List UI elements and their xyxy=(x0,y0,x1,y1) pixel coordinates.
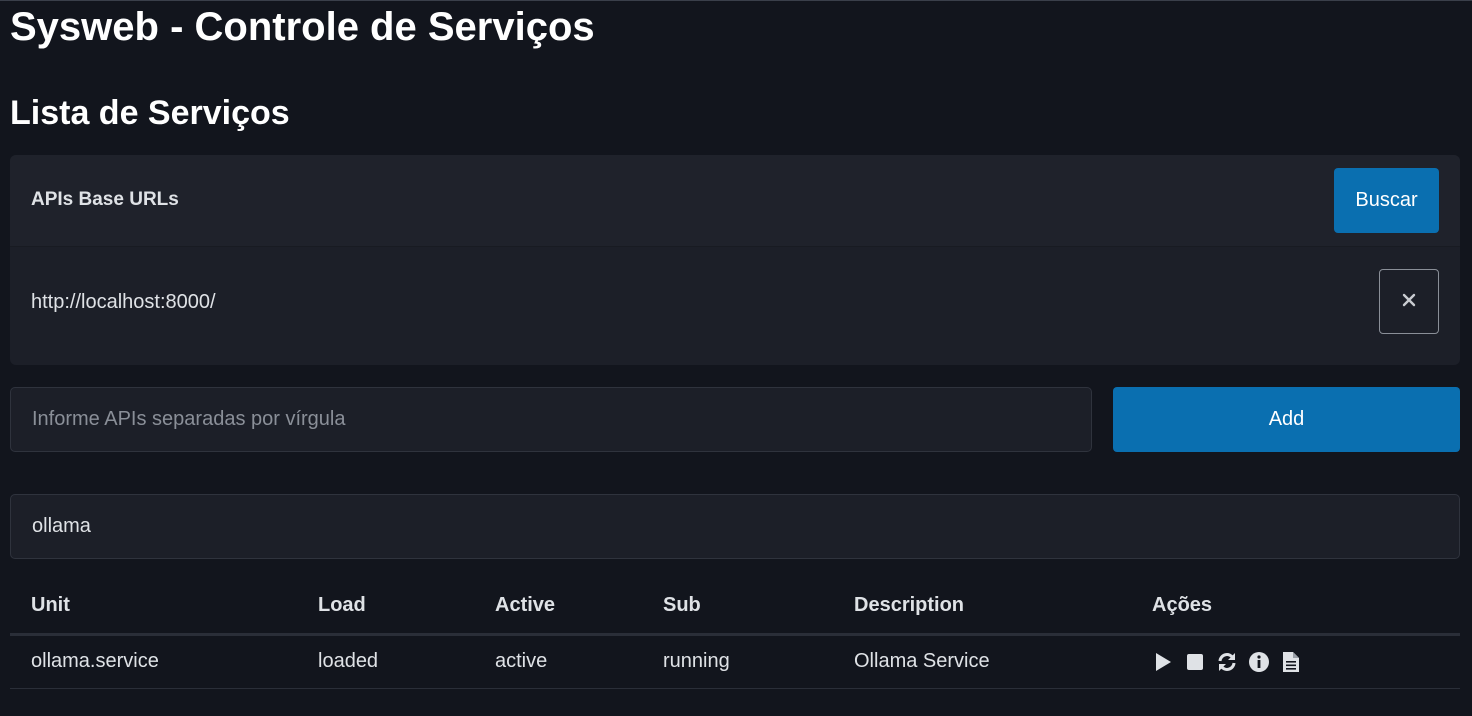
service-filter-input[interactable] xyxy=(10,494,1460,559)
play-icon[interactable] xyxy=(1152,651,1174,673)
column-header-actions: Ações xyxy=(1131,579,1460,636)
api-url-item: http://localhost:8000/ xyxy=(10,247,1460,365)
apis-card-title: APIs Base URLs xyxy=(31,189,179,210)
column-header-sub: Sub xyxy=(642,579,833,636)
restart-icon[interactable] xyxy=(1216,651,1238,673)
section-title: Lista de Serviços xyxy=(10,94,290,132)
remove-url-button[interactable] xyxy=(1379,269,1439,334)
cell-unit: ollama.service xyxy=(10,634,297,689)
cell-active: active xyxy=(474,634,642,689)
add-button[interactable]: Add xyxy=(1113,387,1460,452)
table-header-row: Unit Load Active Sub Description Ações xyxy=(10,579,1460,636)
close-icon xyxy=(1402,293,1416,310)
row-actions xyxy=(1152,651,1460,673)
app-title: Sysweb - Controle de Serviços xyxy=(10,5,595,49)
apis-card-header: APIs Base URLs Buscar xyxy=(10,155,1460,247)
column-header-description: Description xyxy=(833,579,1131,636)
apis-card: APIs Base URLs Buscar http://localhost:8… xyxy=(10,155,1460,365)
cell-load: loaded xyxy=(297,634,474,689)
column-header-load: Load xyxy=(297,579,474,636)
column-header-unit: Unit xyxy=(10,579,297,636)
cell-sub: running xyxy=(642,634,833,689)
apis-input[interactable] xyxy=(10,387,1092,452)
stop-icon[interactable] xyxy=(1184,651,1206,673)
services-table: Unit Load Active Sub Description Ações o… xyxy=(10,579,1460,689)
buscar-button[interactable]: Buscar xyxy=(1334,168,1439,233)
cell-actions xyxy=(1131,634,1460,689)
column-header-active: Active xyxy=(474,579,642,636)
cell-description: Ollama Service xyxy=(833,634,1131,689)
log-file-icon[interactable] xyxy=(1280,651,1302,673)
info-icon[interactable] xyxy=(1248,651,1270,673)
api-url-text: http://localhost:8000/ xyxy=(31,291,216,313)
table-row: ollama.service loaded active running Oll… xyxy=(10,634,1460,689)
